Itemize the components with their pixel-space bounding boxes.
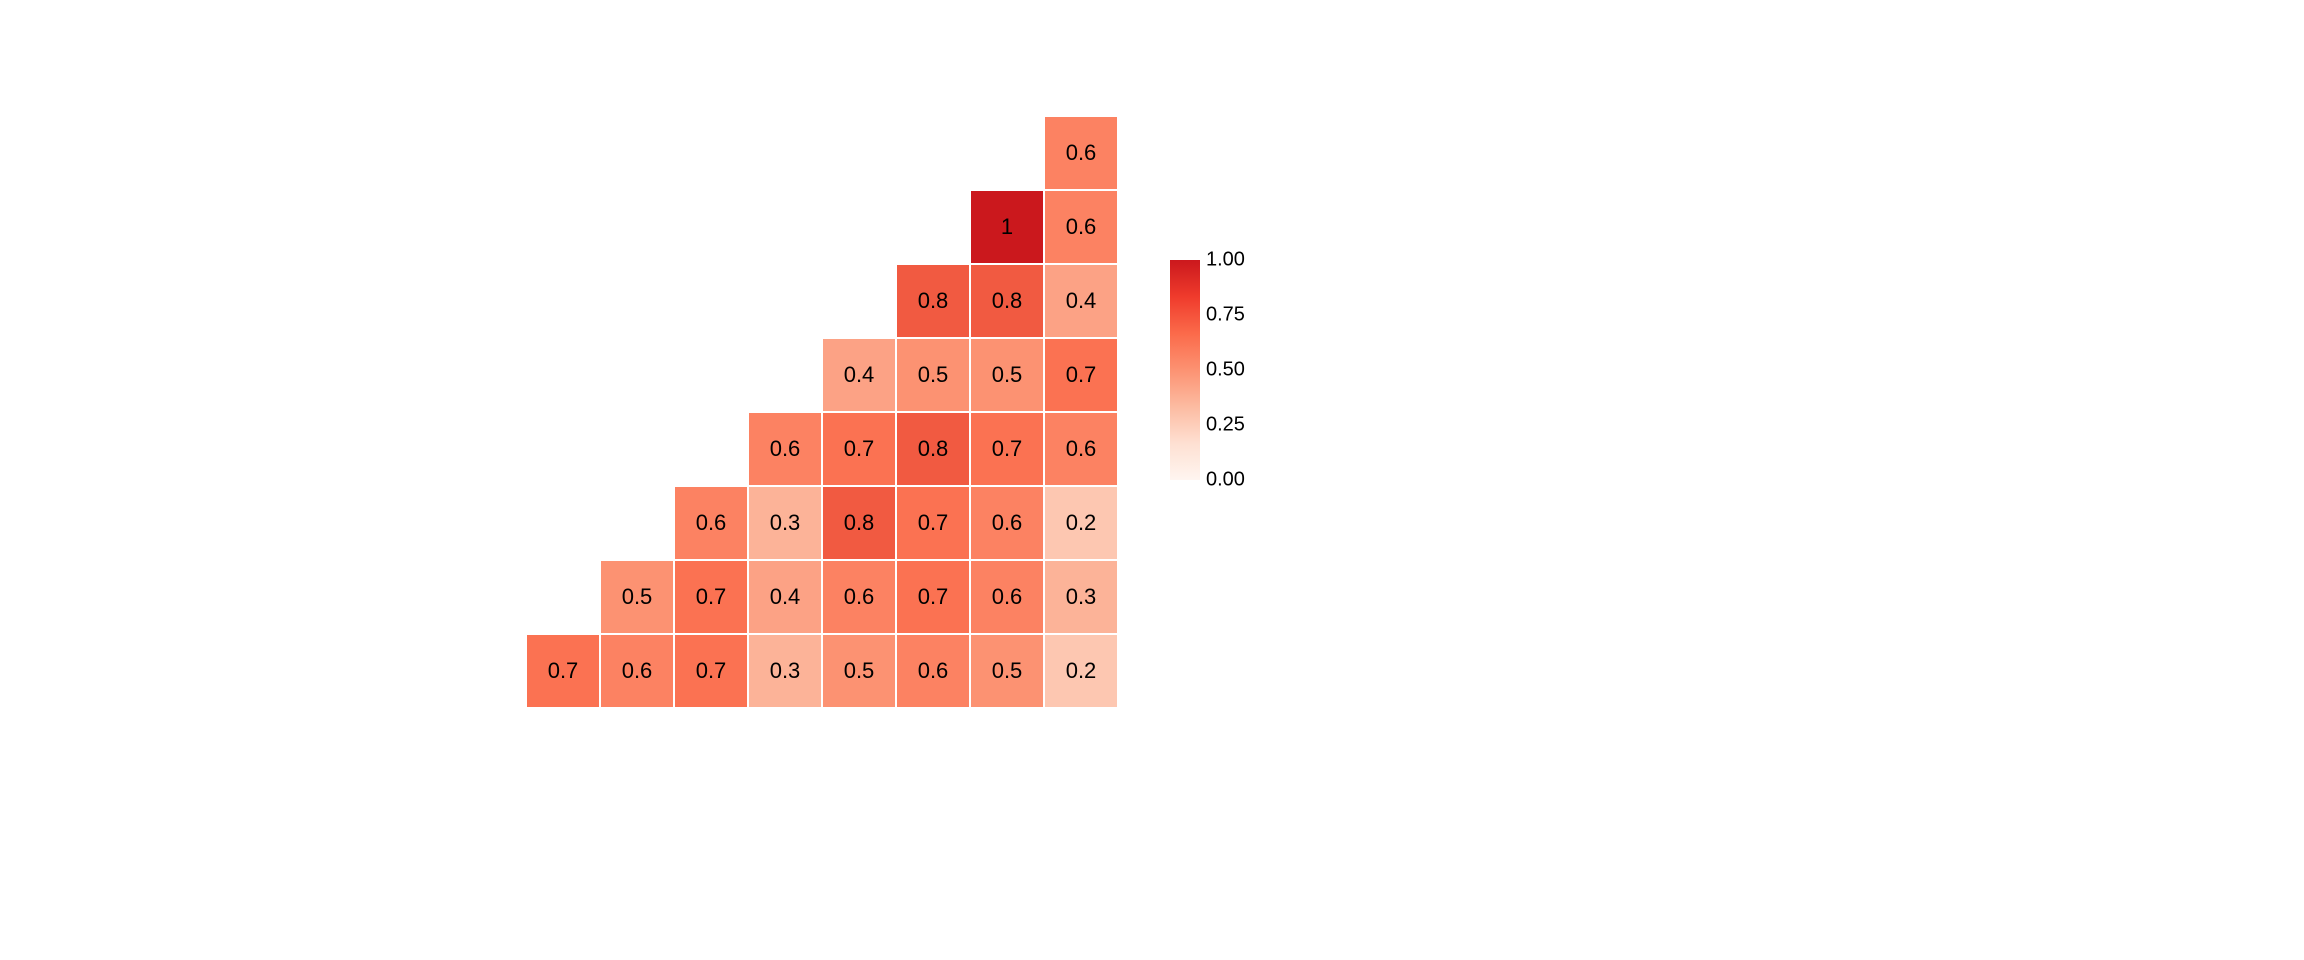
heatmap-cell: 0.8: [822, 486, 896, 560]
heatmap-cell: 0.6: [970, 486, 1044, 560]
heatmap-cell: 0.3: [748, 634, 822, 708]
heatmap-cell: 0.6: [600, 634, 674, 708]
heatmap-cell: 0.6: [822, 560, 896, 634]
heatmap-cell: 0.6: [1044, 190, 1118, 264]
heatmap-cell: 0.7: [822, 412, 896, 486]
heatmap-cell: 0.2: [1044, 634, 1118, 708]
heatmap-row-cells: 0.80.80.4: [896, 264, 1118, 338]
heatmap-row-cells: 10.6: [970, 190, 1118, 264]
heatmap-cell: 1: [970, 190, 1044, 264]
heatmap-row-cells: 0.60.70.80.70.6: [748, 412, 1118, 486]
heatmap-cell: 0.3: [748, 486, 822, 560]
heatmap-cell: 0.7: [526, 634, 600, 708]
heatmap-cell: 0.6: [674, 486, 748, 560]
heatmap-cell: 0.6: [1044, 412, 1118, 486]
heatmap-cell: 0.5: [822, 634, 896, 708]
heatmap-row-cells: 0.50.70.40.60.70.60.3: [600, 560, 1118, 634]
legend-tick-label: 0.25: [1206, 414, 1245, 437]
legend-tick-label: 0.75: [1206, 304, 1245, 327]
color-legend-bar: [1170, 260, 1200, 480]
heatmap-cell: 0.7: [674, 634, 748, 708]
heatmap-cell: 0.5: [970, 338, 1044, 412]
heatmap-cell: 0.4: [1044, 264, 1118, 338]
heatmap-cell: 0.6: [970, 560, 1044, 634]
heatmap-cell: 0.8: [896, 264, 970, 338]
heatmap-cell: 0.4: [822, 338, 896, 412]
heatmap-cell: 0.7: [970, 412, 1044, 486]
heatmap-cell: 0.6: [748, 412, 822, 486]
color-legend: 1.000.750.500.250.00: [1170, 260, 1200, 480]
heatmap-cell: 0.6: [896, 634, 970, 708]
legend-tick-label: 0.00: [1206, 469, 1245, 492]
heatmap-cell: 0.6: [1044, 116, 1118, 190]
heatmap-cell: 0.7: [896, 486, 970, 560]
heatmap-cell: 0.3: [1044, 560, 1118, 634]
heatmap-row-cells: 0.6: [1044, 116, 1118, 190]
heatmap-cell: 0.4: [748, 560, 822, 634]
legend-tick-label: 0.50: [1206, 359, 1245, 382]
heatmap-cell: 0.7: [896, 560, 970, 634]
heatmap-row-cells: 0.40.50.50.7: [822, 338, 1118, 412]
heatmap-cell: 0.5: [600, 560, 674, 634]
heatmap-cell: 0.5: [896, 338, 970, 412]
heatmap-cell: 0.8: [896, 412, 970, 486]
heatmap-row-cells: 0.70.60.70.30.50.60.50.2: [526, 634, 1118, 708]
chart-stage: pricewidth_px0.6height_px10.6diag0.80.80…: [0, 0, 2304, 960]
heatmap-cell: 0.7: [1044, 338, 1118, 412]
heatmap-cell: 0.7: [674, 560, 748, 634]
heatmap-cell: 0.8: [970, 264, 1044, 338]
heatmap-cell: 0.5: [970, 634, 1044, 708]
legend-tick-label: 1.00: [1206, 249, 1245, 272]
heatmap-row-cells: 0.60.30.80.70.60.2: [674, 486, 1118, 560]
heatmap-cell: 0.2: [1044, 486, 1118, 560]
